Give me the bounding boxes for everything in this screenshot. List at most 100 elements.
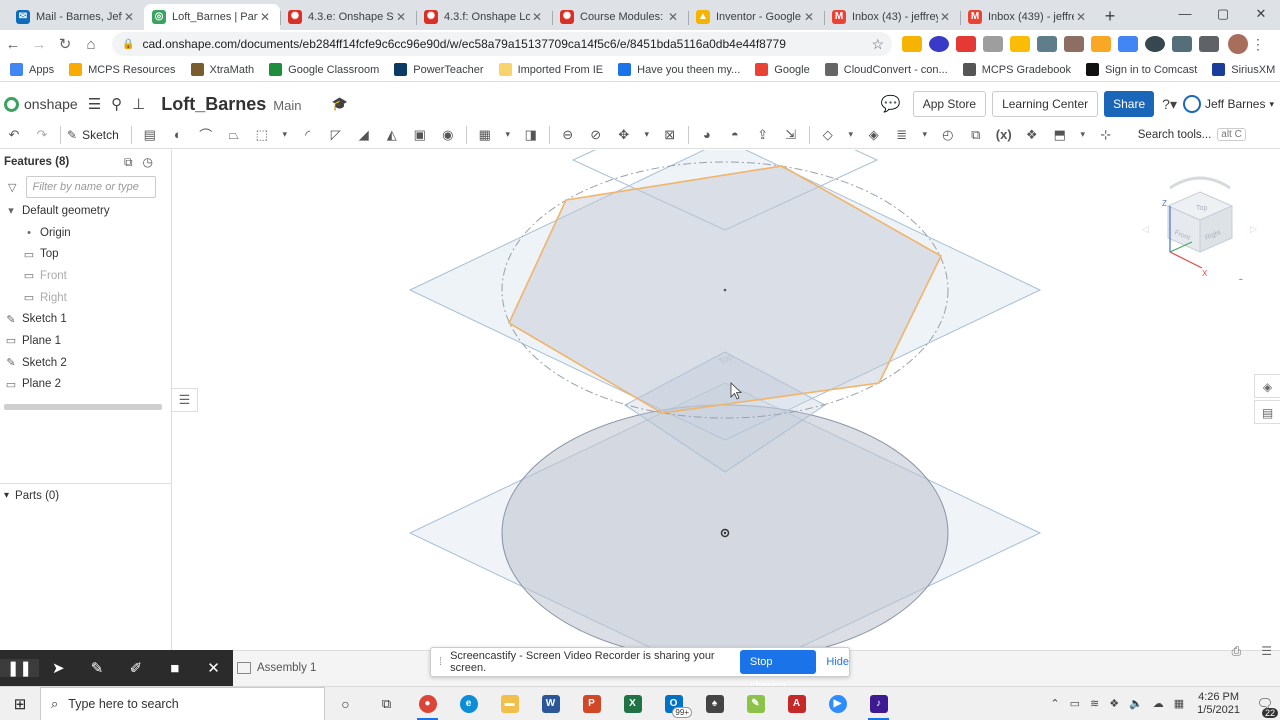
rib-icon[interactable]: ◭ — [382, 125, 402, 145]
feature-list-scrollbar[interactable] — [4, 404, 162, 411]
bookmark-star-icon[interactable]: ☆ — [871, 36, 884, 53]
minimize-icon[interactable]: — — [1166, 0, 1204, 28]
bookmark-item[interactable]: PowerTeacher — [394, 63, 484, 76]
chevron-down-icon[interactable]: ▾ — [846, 125, 856, 145]
wifi-icon[interactable]: ≋ — [1090, 697, 1099, 710]
speaker-icon[interactable]: 🔈 — [1129, 697, 1143, 710]
learning-center-button[interactable]: Learning Center — [992, 91, 1099, 117]
bookmark-item[interactable]: MCPS Gradebook — [962, 63, 1071, 76]
k-extension-icon[interactable] — [928, 36, 949, 52]
version-graph-icon[interactable]: ⚲ — [111, 95, 122, 113]
cortana-icon[interactable]: ○ — [325, 687, 366, 720]
close-tab-icon[interactable]: ✕ — [394, 10, 408, 24]
close-tab-icon[interactable]: ✕ — [122, 10, 136, 24]
delete-part-icon[interactable]: ⊠ — [660, 125, 680, 145]
draft-icon[interactable]: ◢ — [354, 125, 374, 145]
section-view-icon[interactable]: ⧉ — [966, 125, 986, 145]
app-store-button[interactable]: App Store — [912, 91, 987, 117]
insert-icon[interactable]: ⊥ — [132, 95, 145, 113]
bookmark-item[interactable]: Google — [755, 63, 810, 76]
appearance-panel-icon[interactable]: ◈ — [1254, 374, 1280, 398]
feature-tree-item[interactable]: ▭ Plane 2 — [0, 374, 171, 396]
bookmark-item[interactable]: Have you theen my... — [618, 63, 740, 76]
feature-tree-item[interactable]: ▭ Top — [0, 243, 171, 265]
pause-icon[interactable]: ❚❚ — [0, 659, 39, 677]
shell-icon[interactable]: ▣ — [410, 125, 430, 145]
hamburger-menu-icon[interactable]: ☰ — [88, 95, 101, 113]
excel-icon[interactable]: X — [612, 687, 653, 720]
url-input[interactable]: 🔒 cad.onshape.com/documents/eb284ff14fcf… — [112, 32, 892, 56]
pen-tool-icon[interactable]: ✎ — [78, 659, 117, 677]
amazon-music-icon[interactable]: ♪ — [858, 687, 899, 720]
replace-face-icon[interactable]: ⇲ — [781, 125, 801, 145]
browser-tab[interactable]: ✺ Course Modules: F ✕ — [552, 4, 688, 30]
file-explorer-icon[interactable]: ▬ — [489, 687, 530, 720]
feature-tree-item[interactable]: ▭ Right — [0, 287, 171, 309]
variable-icon[interactable]: (x) — [994, 125, 1014, 145]
feature-tree-item[interactable]: • Origin — [0, 222, 171, 244]
webcam-icon[interactable]: ■ — [155, 660, 194, 677]
fillet-icon[interactable]: ◜ — [298, 125, 318, 145]
browser-menu-icon[interactable]: ⋮ — [1248, 36, 1268, 53]
clock[interactable]: 4:26 PM 1/5/2021 — [1197, 691, 1240, 717]
close-tab-icon[interactable]: ✕ — [666, 10, 680, 24]
menu-icon[interactable]: ☰ — [1261, 644, 1272, 659]
home-icon[interactable]: ⌂ — [78, 36, 104, 53]
extrude-icon[interactable]: ▤ — [140, 125, 160, 145]
autodesk-icon[interactable]: A — [776, 687, 817, 720]
modify-fillet-icon[interactable]: ◕ — [697, 125, 717, 145]
notifications-icon[interactable]: 🗨 22 — [1250, 696, 1280, 718]
boolean-icon[interactable]: ⊖ — [558, 125, 578, 145]
document-title[interactable]: Loft_Barnes — [161, 94, 266, 115]
camera-extension-icon[interactable] — [982, 36, 1003, 52]
mirror-icon[interactable]: ◨ — [521, 125, 541, 145]
clipboard-extension-icon[interactable] — [1063, 36, 1084, 52]
bookmark-item[interactable]: CloudConvert - con... — [824, 63, 948, 76]
teams-icon[interactable]: ▦ — [1174, 697, 1184, 710]
redo-icon[interactable]: ↷ — [32, 125, 52, 145]
browser-tab[interactable]: ✺ 4.3.e: Onshape Swe✕ — [280, 4, 416, 30]
onedrive-icon[interactable]: ☁ — [1153, 697, 1164, 710]
paint-icon[interactable]: ✎ — [735, 687, 776, 720]
close-window-icon[interactable]: ✕ — [1242, 0, 1280, 28]
rollback-clock-icon[interactable]: ◷ — [143, 155, 153, 170]
rotate-right-icon[interactable]: ▷ — [1250, 224, 1257, 234]
zoom-icon[interactable]: ▶ — [817, 687, 858, 720]
transform-icon[interactable]: ✥ — [614, 125, 634, 145]
add-custom-feature-icon[interactable]: ⊹ — [1096, 125, 1116, 145]
sweep-icon[interactable]: ⌒ — [196, 125, 216, 145]
close-tab-icon[interactable]: ✕ — [938, 10, 952, 24]
browser-tab[interactable]: ✉ Mail - Barnes, Jeffre✕ — [8, 4, 144, 30]
maximize-icon[interactable]: ▢ — [1204, 0, 1242, 28]
configuration-panel-icon[interactable]: ▤ — [1254, 400, 1280, 424]
split-icon[interactable]: ⊘ — [586, 125, 606, 145]
chevron-down-icon[interactable]: ▾ — [642, 125, 652, 145]
measure-icon[interactable]: ◴ — [938, 125, 958, 145]
chevron-down-icon[interactable]: ▾ — [280, 125, 290, 145]
comments-icon[interactable]: 💬 — [881, 94, 901, 114]
drag-handle-icon[interactable]: ⁞ — [439, 656, 442, 668]
bookmark-item[interactable]: MCPS Resources — [69, 63, 176, 76]
red-extension-icon[interactable] — [955, 36, 976, 52]
feature-tree-item[interactable]: ✎ Sketch 2 — [0, 352, 171, 374]
profile-avatar[interactable] — [1228, 34, 1248, 54]
sketch-button[interactable]: ✎ Sketch — [67, 128, 119, 142]
chamfer-icon[interactable]: ◸ — [326, 125, 346, 145]
print-icon[interactable]: ⎙ — [1232, 644, 1242, 659]
tray-chevron-icon[interactable]: ⌃ — [1050, 697, 1059, 710]
browser-tab[interactable]: ◎ Loft_Barnes | Part S✕ — [144, 4, 280, 30]
education-cap-icon[interactable]: 🎓 — [331, 96, 347, 112]
bookmark-item[interactable]: XtraMath — [190, 63, 254, 76]
stop-sharing-button[interactable]: Stop sharing — [739, 650, 817, 692]
highlighter-icon[interactable]: ✐ — [116, 659, 155, 677]
custom-features-icon[interactable]: ❖ — [1022, 125, 1042, 145]
back-icon[interactable]: ← — [0, 36, 26, 53]
bookmark-item[interactable]: Imported From IE — [498, 63, 603, 76]
plane-icon[interactable]: ◇ — [818, 125, 838, 145]
scissors-extension-icon[interactable] — [1036, 36, 1057, 52]
drive-extension-icon[interactable] — [901, 36, 922, 52]
close-tab-icon[interactable]: ✕ — [1074, 10, 1088, 24]
hole-icon[interactable]: ◉ — [438, 125, 458, 145]
undo-icon[interactable]: ↶ — [4, 125, 24, 145]
share-button[interactable]: Share — [1104, 91, 1155, 117]
